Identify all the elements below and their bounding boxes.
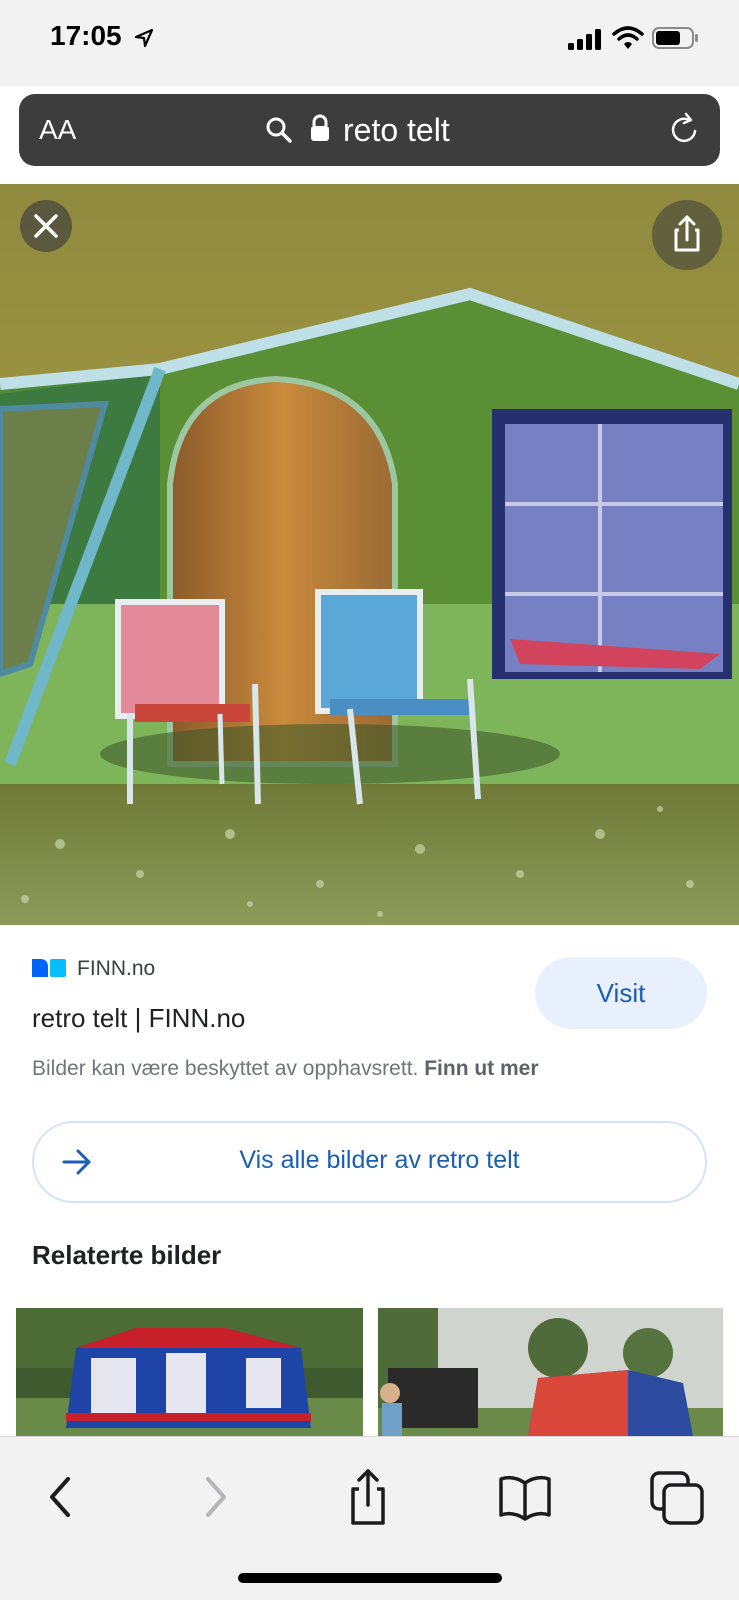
related-heading: Relaterte bilder (32, 1240, 222, 1270)
copyright-text: Bilder kan være beskyttet av opphavsrett… (32, 1057, 419, 1080)
lock-icon (311, 114, 329, 141)
reload-icon[interactable] (667, 111, 703, 149)
close-icon (34, 214, 58, 238)
result-title[interactable]: retro telt | FINN.no (32, 1003, 245, 1034)
search-icon (266, 117, 292, 143)
bookmarks-icon[interactable] (495, 1467, 555, 1527)
wifi-icon (612, 26, 644, 49)
image-share-button[interactable] (652, 200, 722, 270)
related-thumbnail[interactable] (16, 1308, 363, 1436)
related-thumbnail[interactable] (378, 1308, 723, 1436)
learn-more-link[interactable]: Finn ut mer (424, 1057, 538, 1080)
visit-button[interactable]: Visit (535, 957, 707, 1029)
close-button[interactable] (20, 200, 72, 252)
see-all-images-button[interactable]: Vis alle bilder av retro telt (32, 1121, 707, 1203)
battery-icon (652, 27, 698, 49)
address-bar[interactable]: AA reto telt (19, 94, 720, 166)
location-arrow-icon (134, 28, 154, 48)
back-icon[interactable] (32, 1467, 92, 1527)
see-all-label: Vis alle bilder av retro telt (239, 1146, 520, 1174)
status-time: 17:05 (50, 20, 122, 51)
tabs-icon[interactable] (648, 1467, 708, 1527)
cell-signal-icon (568, 29, 601, 50)
copyright-notice: Bilder kan være beskyttet av opphavsrett… (32, 1057, 539, 1081)
forward-icon[interactable] (184, 1467, 244, 1527)
source-name[interactable]: FINN.no (77, 957, 155, 981)
text-size-button[interactable]: AA (39, 114, 76, 146)
status-bar: 17:05 (0, 0, 739, 86)
home-indicator[interactable] (238, 1573, 502, 1583)
share-icon[interactable] (338, 1467, 398, 1527)
url-text[interactable]: reto telt (343, 110, 450, 150)
finn-logo-icon (32, 959, 66, 977)
result-image[interactable] (0, 184, 739, 925)
share-icon (674, 215, 700, 252)
